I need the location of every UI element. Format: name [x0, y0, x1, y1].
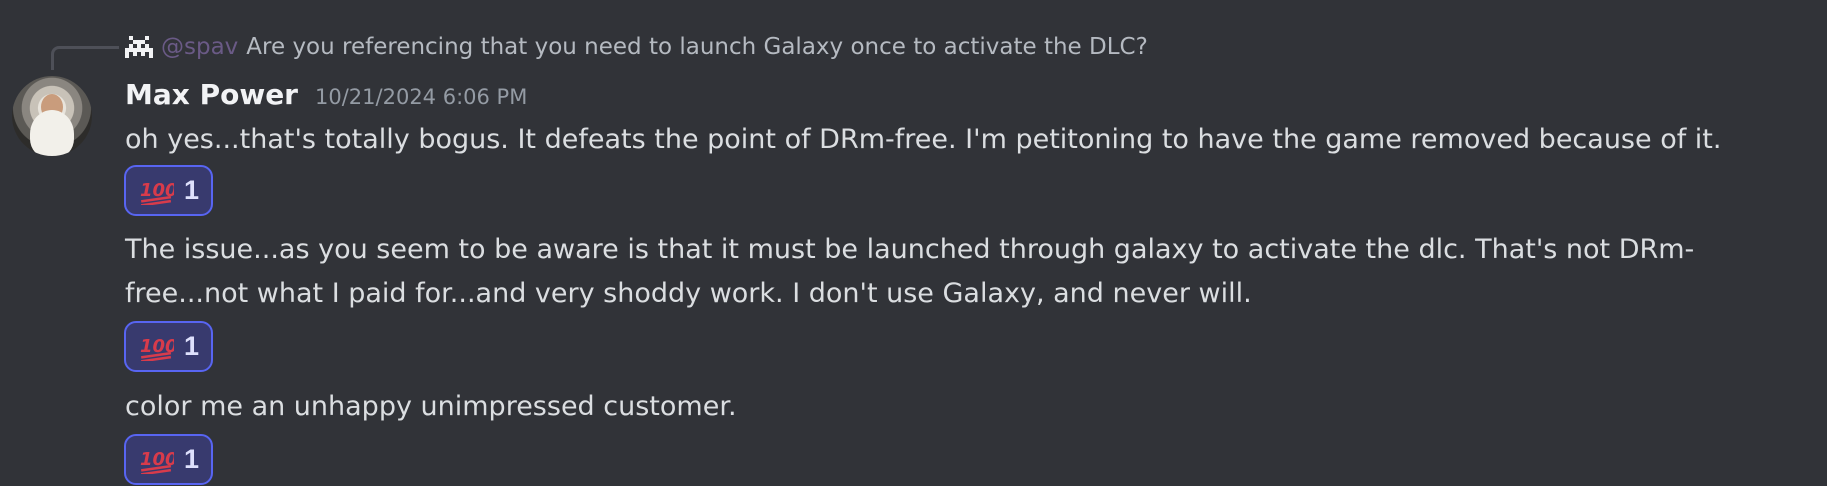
- reaction-button-1[interactable]: 100 1: [124, 165, 213, 216]
- reply-connector-line: [51, 46, 119, 70]
- reply-mention[interactable]: @spav: [161, 34, 238, 60]
- message-timestamp[interactable]: 10/21/2024 6:06 PM: [315, 85, 527, 109]
- hundred-points-icon: 100: [140, 449, 174, 474]
- reaction-button-3[interactable]: 100 1: [124, 434, 213, 485]
- author-name[interactable]: Max Power: [125, 78, 298, 111]
- message-text-2: The issue...as you seem to be aware is t…: [125, 228, 1694, 316]
- hundred-points-icon: 100: [140, 336, 174, 361]
- avatar-beard: [30, 110, 74, 156]
- reply-text[interactable]: Are you referencing that you need to lau…: [246, 34, 1148, 60]
- reply-preview[interactable]: @spav Are you referencing that you need …: [125, 31, 1148, 63]
- space-invader-icon: [125, 36, 153, 58]
- reaction-count: 1: [183, 444, 200, 474]
- reaction-count: 1: [183, 175, 200, 205]
- hundred-points-icon: 100: [140, 180, 174, 205]
- chat-message-group: @spav Are you referencing that you need …: [0, 0, 1827, 486]
- message-header: Max Power 10/21/2024 6:06 PM: [125, 78, 527, 111]
- message-text-2-line-1: The issue...as you seem to be aware is t…: [125, 234, 1695, 265]
- message-text-1: oh yes...that's totally bogus. It defeat…: [125, 124, 1722, 155]
- reaction-count: 1: [183, 331, 200, 361]
- reaction-button-2[interactable]: 100 1: [124, 321, 213, 372]
- message-text-3: color me an unhappy unimpressed customer…: [125, 391, 737, 422]
- message-text-2-line-2: free...not what I paid for...and very sh…: [125, 278, 1252, 309]
- avatar[interactable]: [12, 76, 92, 156]
